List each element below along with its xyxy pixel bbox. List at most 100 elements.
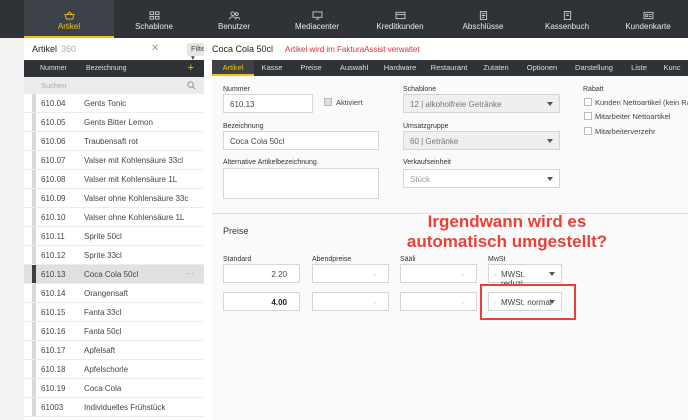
bezeichnung-field[interactable]: Coca Cola 50cl	[223, 131, 379, 150]
rabatt-option-kunden: Kunden Nettoartikel (kein Ra	[595, 98, 688, 107]
list-item[interactable]: 610.13 Coca Cola 50cl ···	[24, 265, 204, 284]
aktiviert-checkbox[interactable]	[324, 98, 332, 106]
list-item[interactable]: 610.18 Apfelschorle	[24, 360, 204, 379]
users-icon	[228, 11, 240, 20]
article-number: 610.07	[41, 155, 66, 165]
list-item[interactable]: 610.04 Gents Tonic	[24, 94, 204, 113]
nav-item-benutzer[interactable]: Benutzer	[194, 0, 274, 38]
article-number: 610.12	[41, 250, 66, 260]
article-number: 610.11	[41, 231, 65, 241]
close-icon[interactable]: ✕	[151, 44, 159, 54]
nav-item-schablone[interactable]: Schablone	[114, 0, 194, 38]
nav-item-mediacenter[interactable]: Mediacenter	[274, 0, 360, 38]
nav-label: Kassenbuch	[544, 22, 590, 31]
article-form: Nummer 610.13 Aktiviert Schablone 12 | a…	[212, 76, 688, 420]
nav-item-artikel[interactable]: Artikel	[24, 0, 114, 38]
mwst-select-1[interactable]: - MWSt. reduzi...	[488, 264, 562, 288]
tab-preise[interactable]: Preise	[290, 60, 332, 76]
article-name: Coca Cola 50cl	[84, 269, 139, 279]
abend-price-1[interactable]: -	[312, 264, 389, 283]
article-name: Valser ohne Kohlensäure 33c	[84, 193, 189, 203]
article-name: Sprite 33cl	[84, 250, 122, 260]
search-placeholder: Suchen	[41, 81, 67, 90]
tab-zutaten[interactable]: Zutaten	[474, 60, 518, 76]
article-name: Coca Cola	[84, 383, 122, 393]
list-item[interactable]: 610.16 Fanta 50cl	[24, 322, 204, 341]
standard-price-1[interactable]: 2.20	[223, 264, 300, 283]
tab-kasse[interactable]: Kasse	[254, 60, 290, 76]
verkaufseinheit-select[interactable]: Stück	[403, 169, 560, 188]
article-name: Sprite 50cl	[84, 231, 122, 241]
tab-optionen[interactable]: Optionen	[518, 60, 566, 76]
article-detail-header: Coca Cola 50cl Artikel wird im FakturaAs…	[204, 38, 688, 60]
nav-item-kreditkunden[interactable]: Kreditkunden	[360, 0, 440, 38]
add-article-icon[interactable]: +	[188, 62, 194, 74]
rabatt-label: Rabatt	[583, 86, 604, 93]
list-item[interactable]: 610.05 Gents Bitter Lemon	[24, 113, 204, 132]
basket-icon	[63, 11, 75, 20]
tab-kunden[interactable]: Kunc	[656, 60, 688, 76]
saeli-price-2[interactable]: -	[400, 292, 477, 311]
search-input[interactable]: Suchen	[24, 77, 204, 94]
column-name[interactable]: Bezeichnung	[86, 65, 126, 72]
customer-card-icon	[643, 11, 653, 20]
list-item[interactable]: 610.19 Coca Cola	[24, 379, 204, 398]
bezeichnung-label: Bezeichnung	[223, 123, 264, 130]
tab-restaurant[interactable]: Restaurant	[424, 60, 474, 76]
umsatzgruppe-select[interactable]: 60 | Getränke	[403, 131, 560, 150]
rabatt-checkbox-verzehr[interactable]	[584, 127, 592, 135]
article-list-panel: Artikel 360 ✕ Filter ▾ Nummer Bezeichnun…	[24, 38, 212, 420]
list-item[interactable]: 610.07 Valser mit Kohlensäure 33cl	[24, 151, 204, 170]
nav-label: Artikel	[57, 22, 81, 31]
list-item[interactable]: 610.08 Valser mit Kohlensäure 1L	[24, 170, 204, 189]
list-item[interactable]: 610.12 Sprite 33cl	[24, 246, 204, 265]
rabatt-checkbox-mitarbeiter[interactable]	[584, 112, 592, 120]
list-item[interactable]: 610.11 Sprite 50cl	[24, 227, 204, 246]
list-item[interactable]: 610.15 Fanta 33cl	[24, 303, 204, 322]
article-name: Individuelles Frühstück	[84, 402, 166, 412]
aktiviert-label: Aktiviert	[336, 98, 363, 107]
list-item[interactable]: 61003 Individuelles Frühstück	[24, 398, 204, 417]
column-number[interactable]: Nummer	[24, 65, 86, 72]
list-item[interactable]: 610.17 Apfelsaft	[24, 341, 204, 360]
article-number: 610.13	[41, 269, 66, 279]
more-options-icon[interactable]: ···	[186, 269, 194, 278]
managed-notice: Artikel wird im FakturaAssist verwaltet	[285, 44, 420, 54]
tab-artikel[interactable]: Artikel	[212, 60, 254, 76]
nav-item-kundenkarte[interactable]: Kundenkarte	[608, 0, 688, 38]
alt-bezeichnung-textarea[interactable]	[223, 168, 379, 199]
article-number: 610.18	[41, 364, 66, 374]
list-item[interactable]: 610.14 Orangensaft	[24, 284, 204, 303]
article-title: Coca Cola 50cl	[212, 44, 274, 54]
tab-liste[interactable]: Liste	[622, 60, 656, 76]
schablone-select[interactable]: 12 | alkoholfreie Getränke	[403, 94, 560, 113]
umsatzgruppe-value: 60 | Getränke	[410, 137, 459, 146]
article-list-title: Artikel	[32, 44, 58, 54]
article-count: 360	[61, 44, 77, 54]
article-number: 610.19	[41, 383, 66, 393]
article-name: Traubensaft rot	[84, 136, 138, 146]
nav-label: Kreditkunden	[376, 22, 424, 31]
chevron-down-icon	[547, 139, 553, 143]
search-icon	[187, 81, 196, 90]
mwst-label: MwSt	[488, 256, 506, 263]
tab-darstellung[interactable]: Darstellung	[566, 60, 622, 76]
nummer-field[interactable]: 610.13	[223, 94, 313, 113]
list-item[interactable]: 610.06 Traubensaft rot	[24, 132, 204, 151]
list-item[interactable]: 610.09 Valser ohne Kohlensäure 33c	[24, 189, 204, 208]
article-list-columns: Nummer Bezeichnung +	[24, 60, 204, 77]
rabatt-option-verzehr: Mitarbeiterverzehr	[595, 127, 656, 136]
nav-item-kassenbuch[interactable]: Kassenbuch	[526, 0, 608, 38]
list-item[interactable]: 610.10 Valser ohne Kohlensäure 1L	[24, 208, 204, 227]
tab-auswahl[interactable]: Auswahl	[332, 60, 376, 76]
abend-price-2[interactable]: -	[312, 292, 389, 311]
nav-item-abschluesse[interactable]: Abschlüsse	[440, 0, 526, 38]
tab-hardware[interactable]: Hardware	[376, 60, 424, 76]
book-icon	[563, 11, 571, 20]
standard-price-2[interactable]: 4.00	[223, 292, 300, 311]
saeli-price-1[interactable]: -	[400, 264, 477, 283]
rabatt-checkbox-kunden[interactable]	[584, 98, 592, 106]
article-name: Valser ohne Kohlensäure 1L	[84, 212, 185, 222]
mwst-dash: -	[494, 270, 497, 279]
article-name: Orangensaft	[84, 288, 129, 298]
